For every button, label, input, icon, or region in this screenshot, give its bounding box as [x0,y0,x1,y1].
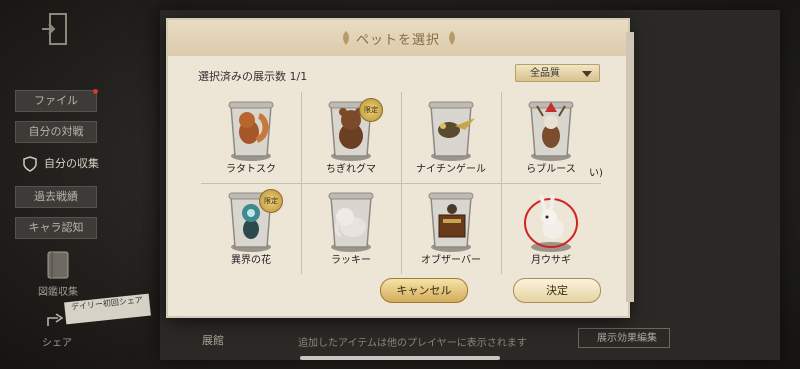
squirrel-icon [228,101,274,161]
rabbit-icon [524,194,578,252]
pet-name: 月ウサギ [531,255,571,266]
bottom-note: 追加したアイテムは他のプレイヤーに表示されます [298,338,527,349]
sidebar-item-label: ファイル [34,94,78,107]
pet-name: らブルース [526,164,576,175]
pet-name: ラッキー [331,255,371,266]
exit-door-icon[interactable] [40,12,70,46]
reindeer-icon [528,101,574,161]
book-icon[interactable] [45,250,71,280]
sidebar-item-label: 過去戦績 [34,190,78,203]
shield-icon [23,156,37,172]
share-icon[interactable] [46,312,66,328]
sidebar-item-history[interactable]: 過去戦績 [15,186,97,208]
sidebar-item-my-collection[interactable]: 自分の収集 [22,154,144,174]
bottom-tab[interactable]: 展館 [202,332,224,348]
selected-count: 選択済みの展示数 1/1 [198,70,308,83]
pet-item-moon-rabbit[interactable]: 月ウサギ [501,183,601,274]
limited-badge: 限定 [259,189,283,213]
home-indicator [300,356,500,360]
notification-dot [93,89,98,94]
filter-selected-value: 全品質 [530,68,560,79]
sidebar-item-my-matches[interactable]: 自分の対戦 [15,121,97,143]
pet-name: 異界の花 [231,255,271,266]
pet-item-nightingale[interactable]: ナイチンゲール [401,92,501,183]
pet-name: ラタトスク [226,164,276,175]
bottom-bar: 展館 追加したアイテムは他のプレイヤーに表示されます 展示効果編集 [180,328,780,354]
share-label: シェア [42,338,72,349]
dialog-header: ペットを選択 [168,20,628,56]
pet-name: オブザーバー [421,255,481,266]
edit-display-button[interactable]: 展示効果編集 [578,328,670,348]
confirm-button[interactable]: 決定 [513,278,601,303]
quality-filter-select[interactable]: 全品質 [515,64,600,82]
pet-item-ratatoskr[interactable]: ラタトスク [201,92,301,183]
limited-badge: 限定 [359,98,383,122]
cancel-button[interactable]: キャンセル [380,278,468,303]
sidebar-item-file[interactable]: ファイル [15,89,98,112]
sidebar-item-label: 自分の対戦 [28,125,84,138]
book-label: 図鑑収集 [38,287,78,298]
pet-grid: ラタトスク 限定 ちぎれグマ ナイチンゲール らブルース い) 限定 異界の花 … [201,92,603,274]
pet-name: ちぎれグマ [326,164,376,175]
chevron-down-icon [582,71,592,77]
sidebar-item-label: キャラ認知 [28,221,84,234]
pet-item-otherworld-flower[interactable]: 限定 異界の花 [201,183,301,274]
leaf-ornament-icon [449,31,455,45]
sidebar-item-character[interactable]: キャラ認知 [15,217,97,239]
pet-item-lucky[interactable]: ラッキー [301,183,401,274]
dialog-title: ペットを選択 [355,33,440,48]
dialog-side-edge [626,32,634,302]
elephant-icon [328,192,374,252]
pet-name: ナイチンゲール [416,164,486,175]
overflow-mark: い) [589,168,603,179]
pet-item-observer[interactable]: オブザーバー [401,183,501,274]
pet-item-blues[interactable]: らブルース い) [501,92,603,183]
edit-display-label: 展示効果編集 [597,333,657,344]
pet-item-torn-bear[interactable]: 限定 ちぎれグマ [301,92,401,183]
nightingale-icon [428,101,475,161]
sidebar-item-label: 自分の収集 [44,157,99,170]
pet-select-dialog: ペットを選択 選択済みの展示数 1/1 全品質 ラタトスク 限定 ちぎれグマ ナ… [168,20,634,316]
observer-icon [428,192,474,252]
